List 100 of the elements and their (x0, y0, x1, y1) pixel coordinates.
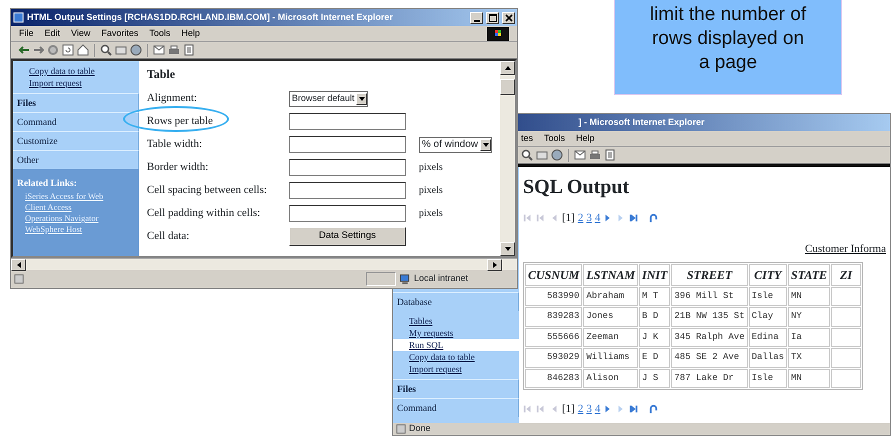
minimize-icon (474, 20, 480, 22)
page-link[interactable]: 4 (594, 210, 600, 226)
page-link[interactable]: 3 (586, 400, 592, 418)
back-arrow-icon[interactable] (17, 44, 29, 56)
menu-item[interactable]: Tools (544, 132, 566, 146)
scroll-left-button[interactable] (11, 259, 26, 271)
current-page: [1] (562, 402, 575, 417)
scroll-up-button[interactable] (500, 61, 515, 75)
input-field[interactable] (288, 205, 406, 222)
minimize-button[interactable] (470, 12, 483, 24)
sidebar-link[interactable]: My requests (393, 327, 519, 339)
input-field[interactable] (288, 136, 406, 153)
table-cell: Isle (748, 286, 788, 306)
table-cell: M T (639, 286, 670, 306)
sidebar-link[interactable]: Tables (393, 315, 519, 327)
dropdown[interactable]: Browser default (288, 90, 368, 106)
horizontal-scrollbar[interactable] (11, 258, 517, 270)
input-field[interactable] (288, 182, 406, 199)
sidebar-link[interactable]: Import request (13, 77, 139, 89)
table-cell: 593029 (525, 348, 582, 368)
current-page: [1] (562, 210, 575, 226)
menu-item[interactable]: tes (521, 132, 534, 146)
table-cell (831, 368, 862, 388)
vertical-scrollbar[interactable] (500, 61, 515, 256)
table-cell: B D (639, 307, 670, 326)
field-label: Cell data: (146, 229, 190, 244)
document-icon[interactable] (604, 149, 616, 161)
menu-item[interactable]: File (19, 26, 34, 40)
field-label: Alignment: (146, 91, 198, 106)
table-cell: 396 Mill St (671, 286, 748, 306)
page-link[interactable]: 3 (586, 210, 592, 226)
field-label: Border width: (146, 160, 210, 176)
maximize-button[interactable] (486, 12, 499, 24)
unit-label: pixels (418, 161, 443, 175)
sidebar-tab[interactable]: Command (393, 398, 519, 417)
sidebar-link[interactable]: Copy data to table (13, 65, 139, 77)
menu-item[interactable]: Edit (44, 26, 60, 40)
callout-note: limit the number of rows displayed on a page (614, 0, 842, 95)
table-cell: Clay (748, 307, 788, 326)
menu-item[interactable]: Tools (149, 26, 170, 40)
sidebar-tab[interactable]: Customize (13, 131, 139, 150)
sidebar-link[interactable]: Run SQL (393, 339, 519, 351)
forward-arrow-icon[interactable] (32, 44, 44, 56)
mail-icon[interactable] (574, 149, 586, 161)
sidebar-tab[interactable]: Database (393, 292, 519, 311)
home-icon[interactable] (77, 44, 89, 56)
page-link[interactable]: 2 (578, 210, 584, 226)
sidebar-tab[interactable]: Command (13, 112, 139, 131)
field-label: Cell spacing between cells: (146, 183, 268, 198)
triangle-right-icon (492, 262, 498, 268)
table-cell: NY (788, 307, 830, 326)
field-label: Rows per table (146, 114, 214, 130)
input-field[interactable] (288, 113, 406, 130)
page-link[interactable]: 2 (578, 400, 584, 418)
table-cell: MN (788, 368, 830, 388)
table-cell: Abraham (583, 286, 638, 306)
mail-icon[interactable] (153, 44, 165, 56)
sidebar-link[interactable]: Copy data to table (393, 351, 519, 363)
table-cell (831, 307, 862, 326)
related-links-heading: Related Links: (17, 178, 78, 191)
data-settings-button[interactable]: Data Settings (288, 227, 406, 246)
menu-item[interactable]: Favorites (101, 26, 138, 40)
refresh-icon[interactable] (62, 44, 74, 56)
table-cell: Isle (748, 368, 788, 388)
dropdown[interactable]: % of window (418, 136, 492, 152)
table-cell: Alison (583, 368, 638, 388)
printer-icon[interactable] (168, 44, 180, 56)
menu-item[interactable]: Help (576, 132, 595, 146)
table-caption[interactable]: Customer Informa (523, 241, 886, 258)
last-page-icon[interactable] (629, 213, 640, 223)
table-cell (831, 348, 862, 368)
menu-item[interactable]: View (71, 26, 90, 40)
input-field[interactable] (288, 159, 406, 176)
search-icon[interactable] (100, 44, 112, 56)
table-cell: 345 Ralph Ave (671, 328, 748, 347)
sidebar-tab[interactable]: Other (13, 150, 139, 169)
scroll-right-button[interactable] (487, 259, 502, 271)
scroll-down-button[interactable] (500, 242, 515, 256)
column-header: CITY (748, 264, 788, 286)
printer-icon[interactable] (589, 149, 601, 161)
status-panel (366, 272, 396, 286)
close-button[interactable] (502, 12, 515, 24)
page-link[interactable]: 4 (594, 400, 600, 418)
sidebar-link[interactable]: Import request (393, 363, 519, 375)
triangle-down-icon (504, 246, 510, 252)
table-cell: 485 SE 2 Ave (671, 348, 748, 368)
status-zone-label: Local intranet (414, 272, 470, 286)
search-icon[interactable] (521, 149, 533, 161)
sidebar-tab[interactable]: Files (393, 379, 519, 398)
table-cell: E D (639, 348, 670, 368)
window-title: ] - Microsoft Internet Explorer (578, 116, 704, 129)
table-cell: Jones (583, 307, 638, 326)
last-page-icon[interactable] (629, 404, 640, 414)
document-icon[interactable] (183, 44, 195, 56)
menu-item[interactable]: Help (181, 26, 200, 40)
window-title: HTML Output Settings [RCHAS1DD.RCHLAND.IBM.COM] - Microsoft Internet Explorer (27, 10, 393, 24)
table-cell: Williams (583, 348, 638, 368)
sidebar-tab[interactable]: Files (13, 93, 139, 112)
scroll-thumb[interactable] (500, 79, 515, 95)
field-label: Cell padding within cells: (146, 206, 262, 222)
